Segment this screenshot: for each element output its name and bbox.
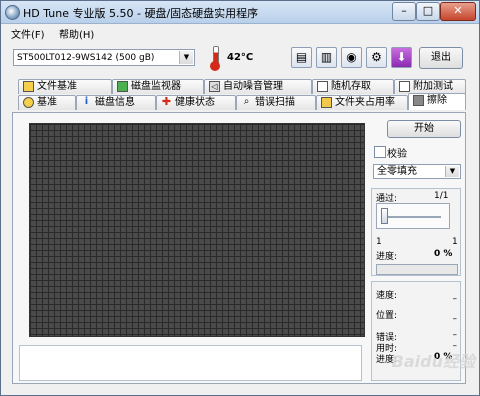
file-benchmark-icon: [23, 81, 34, 92]
app-icon: [5, 5, 20, 20]
slider-min: 1: [376, 237, 382, 247]
drive-select-value: ST500LT012-9WS142 (500 gB): [17, 53, 155, 63]
tab-benchmark[interactable]: 基准: [18, 95, 76, 110]
window-title: HD Tune 专业版 5.50 - 硬盘/固态硬盘实用程序: [23, 7, 259, 20]
maximize-button[interactable]: □: [416, 2, 440, 21]
info-icon: i: [84, 96, 89, 107]
tab-label: 基准: [37, 97, 57, 108]
close-button[interactable]: ✕: [440, 2, 476, 21]
app-window: HD Tune 专业版 5.50 - 硬盘/固态硬盘实用程序 – □ ✕ 文件(…: [0, 0, 480, 396]
verify-label: 校验: [387, 149, 407, 160]
copy-screen-icon[interactable]: ▥: [316, 47, 337, 68]
tab-label: 擦除: [427, 95, 447, 106]
pass-box: 通过: 1/1 1 1 进度: 0 %: [371, 188, 461, 276]
extra-tests-icon: [399, 81, 410, 92]
tab-disk-monitor[interactable]: 磁盘监视器: [112, 79, 204, 94]
log-box[interactable]: [19, 345, 362, 381]
tab-random-access[interactable]: 随机存取: [312, 79, 394, 94]
menu-file[interactable]: 文件(F): [11, 26, 45, 41]
fill-mode-value: 全零填充: [377, 166, 417, 177]
verify-checkbox[interactable]: [374, 146, 386, 158]
tab-disk-info[interactable]: i 磁盘信息: [76, 95, 156, 110]
minimize-button[interactable]: –: [392, 2, 416, 21]
progress-bar: [376, 264, 458, 275]
toolbar: ST500LT012-9WS142 (500 gB) ▼ 42°C ▤ ▥ ◉ …: [1, 41, 479, 75]
tab-extra-tests[interactable]: 附加测试: [394, 79, 466, 94]
random-access-icon: [317, 81, 328, 92]
slider-thumb[interactable]: [381, 208, 388, 224]
sector-map: [29, 123, 365, 337]
chevron-down-icon: ▼: [445, 166, 459, 177]
camera-icon[interactable]: ◉: [341, 47, 362, 68]
tab-folder-usage[interactable]: 文件夹占用率: [316, 95, 408, 110]
pass-slider[interactable]: [376, 203, 450, 229]
slider-max: 1: [452, 237, 458, 247]
tab-label: 文件基准: [37, 81, 77, 92]
tab-row-bottom: 基准 i 磁盘信息 ✚ 健康状态 ⌕ 错误扫描 文件夹占用率 擦除: [12, 93, 466, 110]
position-label: 位置:: [376, 311, 398, 321]
temperature-value: 42°C: [227, 52, 254, 63]
folder-usage-icon: [321, 97, 332, 108]
progress-label: 进度:: [376, 252, 398, 262]
start-button[interactable]: 开始: [387, 120, 461, 138]
tab-label: 附加测试: [413, 81, 453, 92]
fill-mode-select[interactable]: 全零填充 ▼: [373, 164, 461, 179]
health-icon: ✚: [161, 95, 172, 108]
title-bar: HD Tune 专业版 5.50 - 硬盘/固态硬盘实用程序 – □ ✕: [1, 1, 479, 24]
chevron-down-icon: ▼: [179, 51, 193, 64]
aam-icon: ◁: [209, 81, 220, 92]
erase-icon: [413, 95, 424, 106]
tab-label: 磁盘监视器: [131, 81, 181, 92]
progress-value: 0 %: [434, 249, 453, 259]
tab-label: 磁盘信息: [95, 97, 135, 108]
watermark-logo: Baidu经验: [391, 352, 475, 371]
tab-erase[interactable]: 擦除: [408, 93, 466, 110]
menu-help[interactable]: 帮助(H): [59, 26, 94, 41]
menu-bar: 文件(F) 帮助(H): [1, 24, 479, 41]
errors-value: –: [452, 330, 458, 340]
thermometer-icon: [206, 45, 224, 71]
tab-file-benchmark[interactable]: 文件基准: [18, 79, 112, 94]
position-value: –: [452, 314, 458, 324]
slider-track: [383, 216, 441, 218]
options-icon[interactable]: ⚙: [366, 47, 387, 68]
tab-label: 自动噪音管理: [223, 81, 283, 92]
copy-info-icon[interactable]: ▤: [291, 47, 312, 68]
benchmark-icon: [23, 97, 34, 108]
tab-label: 随机存取: [331, 81, 371, 92]
download-icon[interactable]: ⬇: [391, 47, 412, 68]
pass-value: 1/1: [434, 191, 449, 201]
tab-row-top: 文件基准 磁盘监视器 ◁ 自动噪音管理 随机存取 附加测试: [12, 79, 466, 94]
tab-health[interactable]: ✚ 健康状态: [156, 95, 236, 110]
speed-label: 速度:: [376, 291, 398, 301]
tab-label: 健康状态: [175, 97, 215, 108]
disk-monitor-icon: [117, 81, 128, 92]
tab-error-scan[interactable]: ⌕ 错误扫描: [236, 95, 316, 110]
tab-aam[interactable]: ◁ 自动噪音管理: [204, 79, 312, 94]
exit-button[interactable]: 退出: [419, 47, 463, 69]
speed-value: –: [452, 294, 458, 304]
error-scan-icon: ⌕: [243, 96, 250, 107]
drive-select[interactable]: ST500LT012-9WS142 (500 gB) ▼: [13, 49, 195, 66]
tab-label: 错误扫描: [255, 97, 295, 108]
tab-label: 文件夹占用率: [335, 97, 395, 108]
